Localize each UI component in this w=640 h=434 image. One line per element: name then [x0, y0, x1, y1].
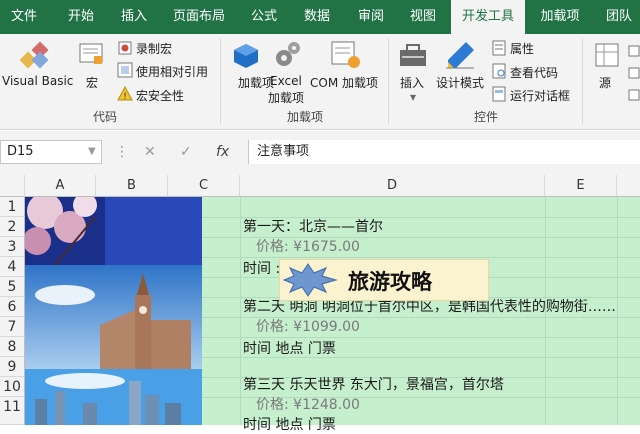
row-header-4[interactable]: 4: [0, 257, 25, 277]
city-skyline-photo[interactable]: [25, 369, 202, 425]
tab-home[interactable]: 开始: [55, 0, 107, 34]
column-header-a[interactable]: A: [25, 175, 96, 197]
macros-icon: [79, 43, 103, 64]
cell-d7[interactable]: 价格: ¥1099.00: [256, 316, 360, 336]
xml-source-button[interactable]: 源: [599, 74, 611, 91]
name-box-dropdown-icon[interactable]: ▼: [88, 140, 96, 164]
visual-basic-icon: [20, 41, 49, 69]
column-header-f[interactable]: [617, 175, 640, 197]
addins-group-label: 加载项: [286, 110, 323, 124]
title-banner-shape[interactable]: 旅游攻略: [279, 259, 489, 301]
properties-icon: [492, 40, 506, 56]
view-code-button[interactable]: 查看代码: [510, 64, 558, 81]
view-code-icon: [492, 63, 506, 79]
visual-basic-button[interactable]: Visual Basic: [2, 74, 73, 88]
run-dialog-button[interactable]: 运行对话框: [510, 87, 570, 104]
ribbon-panel: Visual Basic 宏 录制宏 使用相对引用 ! 宏安全性 代码 加载项 …: [0, 34, 640, 130]
starburst-icon: [282, 263, 338, 297]
tab-addins[interactable]: 加载项: [532, 0, 588, 34]
chevron-down-icon: ▾: [410, 90, 417, 104]
cancel-icon[interactable]: ✕: [144, 140, 156, 164]
row-header-8[interactable]: 8: [0, 337, 25, 357]
column-header-d[interactable]: D: [240, 175, 545, 197]
toolbox-icon: [400, 44, 426, 66]
cell-d10[interactable]: 第三天 乐天世界 东大门，景福宫，首尔塔: [243, 374, 504, 394]
code-group-label: 代码: [92, 110, 117, 124]
column-header-e[interactable]: E: [545, 175, 617, 197]
banner-title: 旅游攻略: [348, 270, 432, 294]
row-header-10[interactable]: 10: [0, 377, 25, 397]
controls-group-label: 控件: [473, 110, 498, 124]
properties-button[interactable]: 属性: [510, 40, 534, 57]
row-header-3[interactable]: 3: [0, 237, 25, 257]
excel-addins-button-line2[interactable]: 加载项: [268, 89, 304, 106]
design-mode-icon: [446, 42, 474, 69]
row-header-9[interactable]: 9: [0, 357, 25, 377]
cherry-blossom-photo[interactable]: [25, 197, 202, 265]
com-addins-button[interactable]: COM 加载项: [310, 74, 378, 91]
svg-text:!: !: [123, 92, 127, 102]
select-all-corner[interactable]: [0, 175, 25, 197]
more-options-icon: ⋮: [115, 144, 129, 160]
ribbon-separator: [220, 38, 221, 124]
name-box[interactable]: D15: [0, 140, 102, 164]
record-macro-button[interactable]: 录制宏: [136, 40, 172, 57]
cell-d4[interactable]: 时间 :: [243, 258, 280, 278]
tab-data[interactable]: 数据: [297, 0, 337, 34]
ribbon-separator: [388, 38, 389, 124]
tab-team[interactable]: 团队: [598, 0, 640, 34]
row-header-7[interactable]: 7: [0, 317, 25, 337]
tab-developer[interactable]: 开发工具: [451, 0, 525, 35]
row-header-5[interactable]: 5: [0, 277, 25, 297]
row-header-2[interactable]: 2: [0, 217, 25, 237]
name-box-value: D15: [7, 144, 34, 159]
warning-icon: !: [117, 86, 133, 102]
column-header-b[interactable]: B: [96, 175, 168, 197]
insert-control-button[interactable]: 插入: [400, 74, 424, 91]
gridline: [240, 197, 241, 425]
cathedral-photo[interactable]: [25, 265, 202, 369]
run-dialog-icon: [492, 86, 506, 102]
insert-function-icon[interactable]: fx: [216, 140, 229, 164]
ribbon-tab-bar: 文件 开始 插入 页面布局 公式 数据 审阅 视图 开发工具 加载项 团队: [0, 0, 640, 35]
cell-d12[interactable]: 时间 地点 门票: [243, 414, 336, 434]
cell-d2[interactable]: 第一天：北京——首尔: [243, 216, 383, 236]
addins-cube-icon: [234, 44, 258, 68]
cell-d8[interactable]: 时间 地点 门票: [243, 338, 336, 358]
tab-review[interactable]: 审阅: [350, 0, 392, 34]
enter-icon[interactable]: ✓: [180, 140, 192, 164]
design-mode-button[interactable]: 设计模式: [436, 74, 484, 91]
gears-icon: [276, 42, 300, 66]
ribbon-separator: [582, 38, 583, 124]
tab-page-layout[interactable]: 页面布局: [165, 0, 233, 34]
row-header-6[interactable]: 6: [0, 297, 25, 317]
column-header-c[interactable]: C: [168, 175, 240, 197]
excel-addins-button-line1[interactable]: Excel: [270, 74, 302, 88]
relative-reference-button[interactable]: 使用相对引用: [136, 63, 208, 80]
tab-view[interactable]: 视图: [403, 0, 443, 34]
macro-security-button[interactable]: 宏安全性: [136, 87, 184, 104]
xml-map-icons: [628, 45, 640, 101]
relative-reference-icon: [117, 62, 133, 78]
tab-formulas[interactable]: 公式: [244, 0, 284, 34]
formula-input[interactable]: 注意事项: [248, 140, 640, 164]
macros-button[interactable]: 宏: [86, 74, 98, 91]
row-header-1[interactable]: 1: [0, 197, 25, 217]
row-header-11[interactable]: 11: [0, 397, 25, 425]
com-addins-icon: [331, 41, 360, 68]
xml-source-icon: [595, 43, 619, 67]
tab-file[interactable]: 文件: [0, 0, 48, 34]
record-macro-icon: [118, 41, 132, 55]
cell-d11[interactable]: 价格: ¥1248.00: [256, 394, 360, 414]
cell-d3[interactable]: 价格: ¥1675.00: [256, 236, 360, 256]
tab-insert[interactable]: 插入: [110, 0, 158, 34]
